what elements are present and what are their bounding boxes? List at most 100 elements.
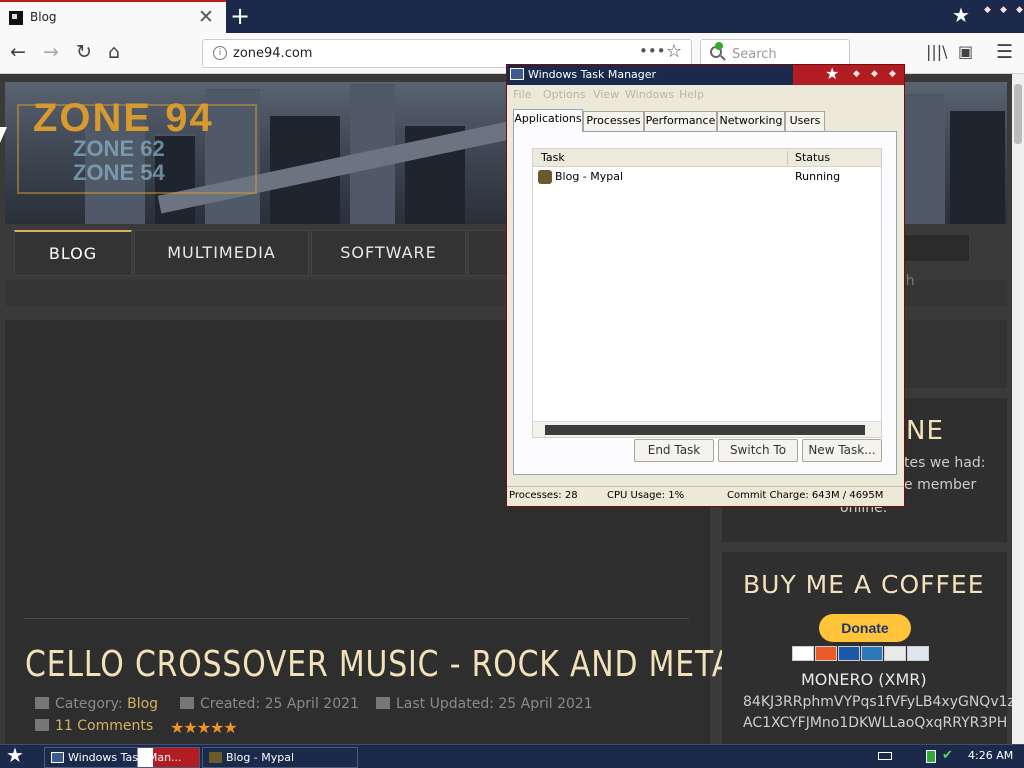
menu-file[interactable]: File bbox=[513, 88, 531, 101]
updated-date: Last Updated: 25 April 2021 bbox=[396, 696, 593, 712]
post-comments: 11 Comments bbox=[35, 718, 153, 734]
sidebar-toggle-icon[interactable]: ▣ bbox=[958, 41, 973, 63]
task-name[interactable]: Blog - Mypal bbox=[555, 170, 623, 183]
menu-item-software[interactable]: SOFTWARE bbox=[311, 230, 466, 276]
new-tab-button[interactable]: + bbox=[230, 2, 250, 30]
taskbar-item-blog[interactable]: Blog - Mypal bbox=[202, 747, 358, 768]
online-widget-title: NE bbox=[906, 416, 944, 446]
clock[interactable]: 4:26 AM bbox=[968, 749, 1013, 762]
rating-stars[interactable]: ★★★★★ bbox=[170, 718, 238, 737]
coffee-widget-title: BUY ME A COFFEE bbox=[743, 570, 985, 599]
task-manager-menubar: File Options View Windows Help bbox=[507, 86, 904, 104]
close-window-button[interactable]: ◆ bbox=[889, 69, 896, 79]
url-text[interactable]: zone94.com bbox=[233, 46, 312, 61]
post-updated: Last Updated: 25 April 2021 bbox=[376, 696, 593, 712]
scrollbar-thumb[interactable] bbox=[1014, 84, 1022, 144]
scrollbar-thumb[interactable] bbox=[545, 425, 865, 435]
taskbar: ★ Windows Task Man... Blog - Mypal ✔ 4:2… bbox=[0, 743, 1024, 768]
post-created: Created: 25 April 2021 bbox=[180, 696, 359, 712]
menu-icon[interactable]: ☰ bbox=[996, 41, 1013, 63]
task-list[interactable]: Task Status Blog - Mypal Running bbox=[532, 148, 882, 438]
donate-button[interactable]: Donate bbox=[819, 614, 911, 642]
menu-item-blog[interactable]: BLOG bbox=[14, 230, 132, 276]
task-manager-window: Windows Task Manager ★ ◆ ◆ ◆ File Option… bbox=[506, 64, 905, 507]
battery-icon[interactable] bbox=[926, 750, 936, 763]
menu-item-more[interactable] bbox=[468, 230, 508, 276]
maximize-button[interactable]: ◆ bbox=[871, 69, 878, 79]
browser-tab-bar: Blog ✕ + ★ ◆ ◆ ◆ bbox=[0, 0, 1024, 33]
column-divider[interactable] bbox=[787, 151, 788, 165]
table-row[interactable]: Blog - Mypal Running bbox=[535, 169, 881, 186]
task-status: Running bbox=[795, 170, 841, 183]
browser-app-icon bbox=[538, 170, 552, 184]
horizontal-scrollbar[interactable] bbox=[533, 421, 881, 437]
end-task-button[interactable]: End Task bbox=[634, 439, 714, 462]
post-category: Category: Blog bbox=[35, 696, 158, 712]
menu-help[interactable]: Help bbox=[679, 88, 704, 101]
tab-networking[interactable]: Networking bbox=[717, 111, 785, 131]
star-icon: ★ bbox=[825, 64, 840, 83]
category-link[interactable]: Blog bbox=[127, 696, 158, 712]
comments-link[interactable]: 11 Comments bbox=[55, 718, 153, 734]
new-task-button[interactable]: New Task... bbox=[802, 439, 882, 462]
reload-icon[interactable]: ↻ bbox=[76, 41, 92, 63]
start-button[interactable]: ★ bbox=[6, 743, 24, 767]
monero-address-line[interactable]: 84KJ3RRphmVYPqs1fVFyLB4xyGNQv1z bbox=[743, 694, 1012, 710]
column-status[interactable]: Status bbox=[795, 151, 830, 164]
bookmark-star-icon[interactable]: ☆ bbox=[666, 41, 682, 62]
forward-icon[interactable]: → bbox=[43, 41, 59, 63]
logo-subtitle-1: ZONE 62 bbox=[73, 136, 165, 161]
logo-subtitle-2: ZONE 54 bbox=[73, 160, 165, 185]
taskbar-item-task-manager[interactable]: Windows Task Man... bbox=[44, 747, 200, 768]
mouse-cursor-icon bbox=[0, 127, 7, 143]
paypal-credit-icon bbox=[907, 646, 929, 661]
created-date: Created: 25 April 2021 bbox=[200, 696, 359, 712]
menu-view[interactable]: View bbox=[593, 88, 619, 101]
site-logo[interactable]: ZONE 94 bbox=[33, 96, 214, 141]
commit-charge: Commit Charge: 643M / 4695M bbox=[727, 490, 884, 501]
maestro-icon bbox=[838, 646, 860, 661]
info-icon[interactable]: i bbox=[213, 46, 227, 60]
post-title[interactable]: CELLO CROSSOVER MUSIC - ROCK AND METAL bbox=[25, 644, 750, 685]
minimize-button[interactable]: ◆ bbox=[982, 5, 993, 16]
menu-windows[interactable]: Windows bbox=[625, 88, 674, 101]
maximize-button[interactable]: ◆ bbox=[998, 5, 1009, 16]
folder-icon bbox=[35, 697, 49, 709]
browser-app-icon bbox=[209, 752, 222, 763]
network-icon[interactable]: ✔ bbox=[942, 748, 953, 763]
online-text-line: tes we had: bbox=[904, 455, 986, 471]
sidebar-search-field[interactable] bbox=[904, 234, 970, 262]
tab-users[interactable]: Users bbox=[785, 111, 825, 131]
page-actions-icon[interactable]: ••• bbox=[639, 42, 666, 60]
switch-to-button[interactable]: Switch To bbox=[718, 439, 798, 462]
tab-performance[interactable]: Performance bbox=[644, 111, 717, 131]
library-icon[interactable]: |||\ bbox=[926, 41, 948, 63]
monero-title: MONERO (XMR) bbox=[801, 670, 927, 689]
applications-panel: Task Status Blog - Mypal Running bbox=[513, 131, 897, 475]
menu-options[interactable]: Options bbox=[543, 88, 585, 101]
browser-tab[interactable]: Blog ✕ bbox=[0, 0, 226, 33]
amex-icon bbox=[861, 646, 883, 661]
column-task[interactable]: Task bbox=[541, 151, 565, 164]
tab-title: Blog bbox=[30, 10, 57, 24]
close-window-button[interactable]: ◆ bbox=[1014, 5, 1024, 16]
back-icon[interactable]: ← bbox=[10, 41, 26, 63]
keyboard-icon[interactable] bbox=[878, 752, 892, 760]
online-text-line: e member bbox=[904, 477, 977, 493]
task-manager-statusbar: Processes: 28 CPU Usage: 1% Commit Charg… bbox=[507, 486, 904, 506]
search-placeholder: Search bbox=[732, 47, 777, 62]
taskbar-item-label: Windows Task Man... bbox=[68, 751, 182, 764]
page-scrollbar[interactable] bbox=[1012, 74, 1024, 744]
calendar-icon bbox=[376, 697, 390, 709]
category-label: Category: bbox=[55, 696, 123, 712]
tab-processes[interactable]: Processes bbox=[583, 111, 644, 131]
minimize-button[interactable]: ◆ bbox=[853, 69, 860, 79]
task-manager-titlebar[interactable]: Windows Task Manager ★ ◆ ◆ ◆ bbox=[507, 64, 904, 85]
menu-item-multimedia[interactable]: MULTIMEDIA bbox=[134, 230, 309, 276]
close-tab-icon[interactable]: ✕ bbox=[198, 6, 214, 28]
site-favicon-icon bbox=[9, 11, 23, 25]
monero-address-line[interactable]: AC1XCYFJMno1DKWLLaoQxqRRYR3PH bbox=[743, 715, 1007, 731]
home-icon[interactable]: ⌂ bbox=[108, 41, 120, 63]
taskbar-item-label: Blog - Mypal bbox=[226, 751, 295, 764]
tab-applications[interactable]: Applications bbox=[513, 109, 583, 132]
